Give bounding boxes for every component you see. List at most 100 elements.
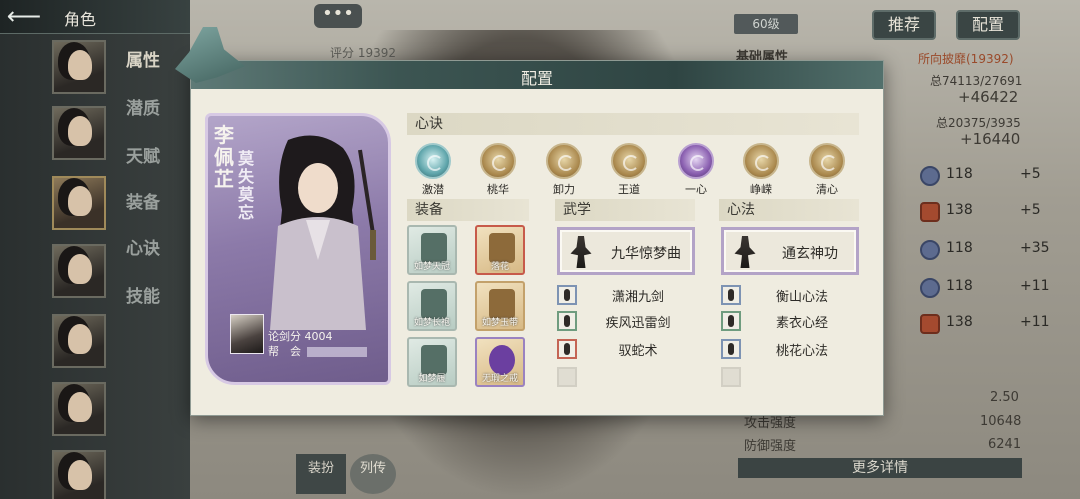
equip-slot-weapon[interactable]: 落花 (475, 225, 525, 275)
equip-slot-belt[interactable]: 如梦玉带 (475, 281, 525, 331)
character-portrait (270, 135, 376, 330)
mind-sub-item[interactable]: 衡山心法 (721, 285, 861, 307)
equip-label: 如梦履 (418, 374, 446, 384)
total-a-delta: +46422 (958, 88, 1019, 106)
mind-sub-icon (721, 285, 741, 305)
config-button[interactable]: 配置 (956, 10, 1020, 40)
equip-slot-boots[interactable]: 如梦履 (407, 337, 457, 387)
stat-value: 118 (946, 278, 973, 294)
xinjue-item[interactable]: 清心 (803, 143, 851, 197)
attack-value: 10648 (980, 414, 1022, 429)
defense-value: 6241 (988, 437, 1022, 452)
martial-main-slot[interactable]: 九华惊梦曲 (557, 227, 695, 275)
stat-delta: +5 (1020, 166, 1041, 182)
modal-title: 配置 (520, 69, 553, 88)
xinjue-icon (415, 143, 451, 179)
xinjue-icon (546, 143, 582, 179)
sidebar-character-1[interactable] (52, 40, 106, 94)
guild-row: 帮 会 (268, 343, 388, 359)
stat-delta: +5 (1020, 202, 1041, 218)
equip-slot-ring[interactable]: 无瑕之戒 (475, 337, 525, 387)
menu-potential[interactable]: 潜质 (126, 94, 160, 119)
menu-xinjue[interactable]: 心诀 (126, 234, 160, 259)
xinjue-item[interactable]: 卸力 (540, 143, 588, 197)
recommend-button[interactable]: 推荐 (872, 10, 936, 40)
stat-icon (920, 278, 940, 298)
mind-sub-icon (721, 339, 741, 359)
mind-header: 心法 (719, 199, 859, 221)
stat-value: 138 (946, 314, 973, 330)
stat-value: 118 (946, 240, 973, 256)
martial-sub-label: 潇湘九剑 (611, 290, 664, 305)
arena-score: 论剑分 4004 (268, 330, 333, 343)
mind-figure-icon (734, 236, 756, 268)
xinjue-item[interactable]: 峥嵘 (737, 143, 785, 197)
mind-sub-label: 素衣心经 (775, 316, 828, 331)
more-options-button[interactable]: ••• (314, 4, 362, 28)
martial-sub-item[interactable]: 潇湘九剑 (557, 285, 697, 307)
page-title: 角色 (64, 10, 97, 29)
martial-figure-icon (570, 236, 592, 268)
stat-icon (920, 202, 940, 222)
equip-label: 如梦长袍 (413, 318, 450, 328)
xinjue-item[interactable]: 一心 (672, 143, 720, 197)
guild-label: 帮 会 (268, 345, 301, 358)
menu-attributes[interactable]: 属性 (126, 46, 160, 71)
xinjue-item[interactable]: 激潜 (409, 143, 457, 197)
stat-delta: +35 (1020, 240, 1050, 256)
back-button[interactable]: ⟵ (4, 4, 44, 30)
equip-slot-armor[interactable]: 如梦长袍 (407, 281, 457, 331)
modal-header: 配置 (191, 61, 883, 89)
menu-talent[interactable]: 天赋 (126, 142, 160, 167)
martial-sub-icon (557, 311, 577, 331)
menu-equipment[interactable]: 装备 (126, 188, 160, 213)
biography-button[interactable]: 列传 (350, 454, 396, 494)
stat-value: 118 (946, 166, 973, 182)
menu-skills[interactable]: 技能 (126, 282, 160, 307)
mind-main-slot[interactable]: 通玄神功 (721, 227, 859, 275)
mind-sub-item[interactable]: 素衣心经 (721, 311, 861, 333)
sidebar-character-6[interactable] (52, 382, 106, 436)
stat-row: 118 +5 (860, 162, 1070, 190)
guild-name-redacted (307, 347, 367, 357)
total-b-delta: +16440 (960, 130, 1021, 148)
xinjue-icon (743, 143, 779, 179)
stat-row: 138 +11 (860, 310, 1070, 338)
mind-sub-label: 衡山心法 (775, 290, 828, 305)
stat-delta: +11 (1020, 314, 1050, 330)
mind-sub-item[interactable]: 桃花心法 (721, 339, 861, 361)
equip-slot-head[interactable]: 如梦天冠 (407, 225, 457, 275)
stat-row: 118 +11 (860, 274, 1070, 302)
sidebar-character-4[interactable] (52, 244, 106, 298)
xinjue-label: 卸力 (553, 183, 575, 196)
sidebar-character-5[interactable] (52, 314, 106, 368)
level-badge: 60级 (734, 14, 798, 34)
dress-button[interactable]: 装扮 (296, 454, 346, 494)
sidebar-character-3[interactable] (52, 176, 106, 230)
martial-sub-item[interactable]: 疾风迅雷剑 (557, 311, 697, 333)
xinjue-label: 峥嵘 (750, 183, 772, 196)
xinjue-item[interactable]: 王道 (605, 143, 653, 197)
mind-sub-empty[interactable] (721, 367, 861, 389)
xinjue-label: 清心 (816, 183, 838, 196)
score-text: 评分 19392 (330, 46, 396, 60)
martial-header: 武学 (555, 199, 695, 221)
top-bar: ⟵ 角色 (0, 0, 190, 34)
empty-slot-icon (721, 367, 741, 387)
martial-sub-empty[interactable] (557, 367, 697, 389)
martial-main-label: 九华惊梦曲 (611, 246, 681, 262)
worn-label: 所向披靡(19392) (918, 52, 1014, 66)
martial-sub-item[interactable]: 驭蛇术 (557, 339, 697, 361)
xinjue-label: 桃华 (487, 183, 509, 196)
equip-label: 如梦天冠 (413, 262, 450, 272)
xinjue-item[interactable]: 桃华 (474, 143, 522, 197)
stat-icon (920, 166, 940, 186)
sidebar-character-7[interactable] (52, 450, 106, 499)
sidebar-character-2[interactable] (52, 106, 106, 160)
more-details-button[interactable]: 更多详情 (738, 458, 1022, 478)
empty-slot-icon (557, 367, 577, 387)
config-modal: 配置 李佩芷 莫失莫忘 论剑分 4004 帮 会 心诀 激潜 桃华 卸力 王道 … (175, 27, 884, 416)
equip-label: 如梦玉带 (481, 318, 518, 328)
martial-sub-icon (557, 339, 577, 359)
stat-value: 138 (946, 202, 973, 218)
